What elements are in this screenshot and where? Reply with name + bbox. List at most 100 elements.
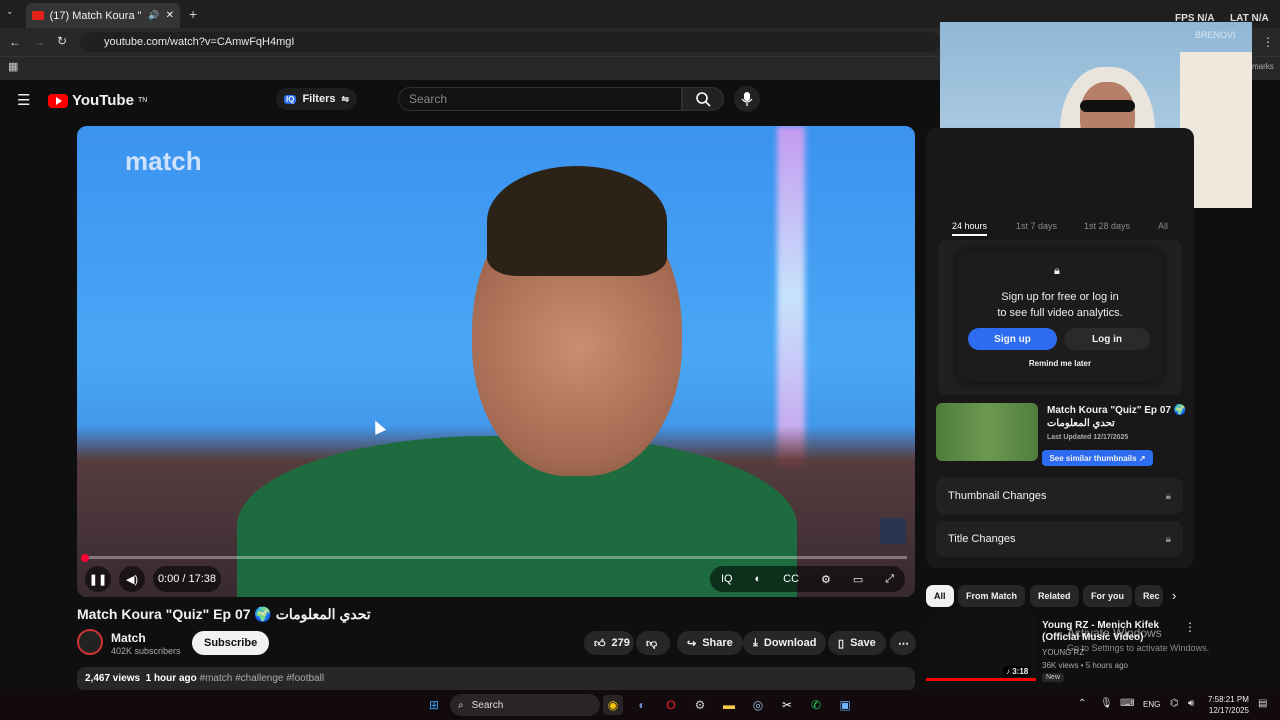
similar-thumbnails-button[interactable]: See similar thumbnails ↗	[1042, 450, 1153, 466]
taskbar-search-label: Search	[471, 699, 504, 711]
presenter-hair	[487, 166, 667, 276]
mute-button[interactable]: ◀)	[119, 566, 145, 592]
channel-name[interactable]: Match	[111, 631, 146, 645]
channel-subscribers: 402K subscribers	[111, 646, 181, 656]
login-button[interactable]: Log in	[1064, 328, 1150, 350]
settings-icon[interactable]: ⚙	[690, 695, 710, 715]
channel-watermark-icon[interactable]	[880, 518, 906, 544]
reload-icon[interactable]: ↻	[57, 34, 67, 48]
tray-keyboard-icon[interactable]: ⌨	[1120, 698, 1134, 709]
chevron-right-icon[interactable]: ›	[1172, 588, 1176, 603]
whatsapp-icon[interactable]: ✆	[806, 695, 826, 715]
clock-date: 12/17/2025	[1208, 706, 1249, 715]
chip-from-match[interactable]: From Match	[958, 585, 1026, 607]
steam-icon[interactable]: ◎	[748, 695, 768, 715]
forward-icon[interactable]: →	[33, 35, 45, 49]
opera-icon[interactable]: O	[661, 695, 681, 715]
pause-icon: ❚❚	[88, 573, 108, 586]
back-icon[interactable]: ←	[9, 35, 21, 49]
progress-scrubber[interactable]	[81, 554, 89, 562]
like-button[interactable]: 👍︎ 279	[584, 631, 634, 655]
taskbar-clock[interactable]: 7:58:21 PM 12/17/2025	[1208, 694, 1249, 716]
url-field[interactable]: youtube.com/watch?v=CAmwFqH4mgI	[80, 32, 940, 52]
tray-mic-icon[interactable]: 🎙︎	[1100, 698, 1113, 709]
save-button[interactable]: ▯ Save	[828, 631, 886, 655]
tab-search-icon[interactable]: ⌄	[6, 6, 20, 20]
search-input[interactable]: Search	[398, 87, 682, 111]
voice-search-button[interactable]	[734, 86, 760, 112]
share-label: Share	[702, 637, 733, 649]
more-actions-button[interactable]: ⋯	[890, 631, 916, 655]
range-tab-24h[interactable]: 24 hours	[952, 221, 988, 236]
hamburger-menu-icon[interactable]: ☰	[17, 91, 30, 109]
download-button[interactable]: ⤓ Download	[743, 631, 827, 655]
range-tab-7d[interactable]: 1st 7 days	[1016, 221, 1057, 231]
video-thumbnail[interactable]	[936, 403, 1038, 461]
language-indicator[interactable]: ENG	[1143, 700, 1160, 709]
browser-menu-icon[interactable]: ⋮	[1262, 35, 1274, 49]
search-button[interactable]	[682, 87, 724, 111]
remind-later-link[interactable]: Remind me later	[958, 359, 1162, 368]
speaker-icon[interactable]: 🔊	[148, 10, 159, 21]
captions-icon[interactable]: CC	[783, 573, 799, 585]
windows-start-icon[interactable]: ⊞	[424, 695, 444, 715]
description-box[interactable]: 2,467 views 1 hour ago #match #challenge…	[77, 667, 915, 691]
fullscreen-icon[interactable]: ⤢	[885, 573, 894, 586]
app-icon[interactable]: ▣	[835, 695, 855, 715]
recommendation-duration: ♪ 3:18	[1003, 666, 1032, 677]
file-explorer-icon[interactable]: ▬	[719, 695, 739, 715]
thumbnail-video-title: Match Koura "Quiz" Ep 07 🌍 تحدي المعلوما…	[1047, 405, 1187, 429]
tray-chevron-icon[interactable]: ⌃	[1078, 698, 1086, 709]
notification-icon[interactable]: ▤	[1258, 698, 1267, 709]
tab-close-icon[interactable]: ✕	[166, 10, 174, 21]
range-tab-28d[interactable]: 1st 28 days	[1084, 221, 1130, 231]
logo-text: YouTube	[72, 92, 134, 109]
new-tab-icon[interactable]: +	[189, 6, 197, 22]
autoplay-toggle-icon[interactable]: ◐	[755, 573, 762, 585]
chip-recent[interactable]: Rec	[1135, 585, 1163, 607]
miniplayer-icon[interactable]: ▭	[853, 573, 863, 586]
apps-grid-icon[interactable]: ▦	[8, 60, 18, 73]
share-button[interactable]: ↪ Share	[677, 631, 743, 655]
hashtags[interactable]: #match #challenge #football	[200, 673, 325, 684]
video-player[interactable]: match ❚❚ ◀) 0:00 / 17:38 IQ ◐ CC ⚙ ▭ ⤢	[77, 126, 915, 597]
capcut-icon[interactable]: ✂	[777, 695, 797, 715]
filters-button[interactable]: IQ Filters ⇋	[276, 88, 358, 110]
channel-avatar[interactable]	[77, 629, 103, 655]
dislike-button[interactable]: 👎︎	[636, 631, 670, 655]
last-updated: Last Updated 12/17/2025	[1047, 434, 1129, 441]
chip-related[interactable]: Related	[1030, 585, 1079, 607]
recommendation-menu-icon[interactable]: ⋮	[1184, 620, 1196, 634]
time-display: 0:00 / 17:38	[153, 566, 221, 592]
iq-icon[interactable]: IQ	[721, 573, 733, 585]
browser-tab[interactable]: (17) Match Koura "Quiz" Ep 🔊 ✕	[26, 3, 180, 28]
volume-tray-icon[interactable]: 🔊︎	[1188, 698, 1194, 709]
video-title: Match Koura "Quiz" Ep 07 🌍 تحدي المعلوما…	[77, 606, 371, 622]
bookmarks-label[interactable]: marks	[1252, 62, 1274, 71]
more-icon: ⋯	[898, 637, 909, 650]
download-icon: ⤓	[753, 636, 758, 649]
filters-badge-icon: IQ	[284, 94, 297, 104]
subscribe-button[interactable]: Subscribe	[192, 631, 270, 655]
new-badge: New	[1042, 673, 1065, 682]
thumbnail-changes-label: Thumbnail Changes	[948, 490, 1047, 502]
chrome-icon[interactable]: ◉	[603, 695, 623, 715]
thumbs-down-icon: 👎︎	[646, 637, 658, 650]
logo-region: TN	[137, 97, 148, 104]
settings-gear-icon[interactable]: ⚙	[821, 573, 831, 586]
fps-label: FPS	[1175, 13, 1195, 24]
thumbnail-changes-row[interactable]: Thumbnail Changes 🔒︎	[936, 478, 1183, 514]
network-icon[interactable]: ⌬	[1170, 698, 1179, 709]
title-changes-label: Title Changes	[948, 533, 1016, 545]
chip-for-you[interactable]: For you	[1083, 585, 1132, 607]
progress-bar[interactable]	[85, 556, 907, 559]
range-tab-all[interactable]: All	[1158, 221, 1168, 231]
discord-icon[interactable]: ◐	[632, 695, 652, 715]
chip-all[interactable]: All	[926, 585, 954, 607]
signup-button[interactable]: Sign up	[968, 328, 1057, 350]
youtube-logo[interactable]: YouTube TN	[48, 92, 147, 109]
title-changes-row[interactable]: Title Changes 🔒︎	[936, 521, 1183, 557]
taskbar-search[interactable]: ⌕ Search	[450, 694, 600, 716]
share-icon: ↪	[687, 637, 697, 650]
pause-button[interactable]: ❚❚	[85, 566, 111, 592]
